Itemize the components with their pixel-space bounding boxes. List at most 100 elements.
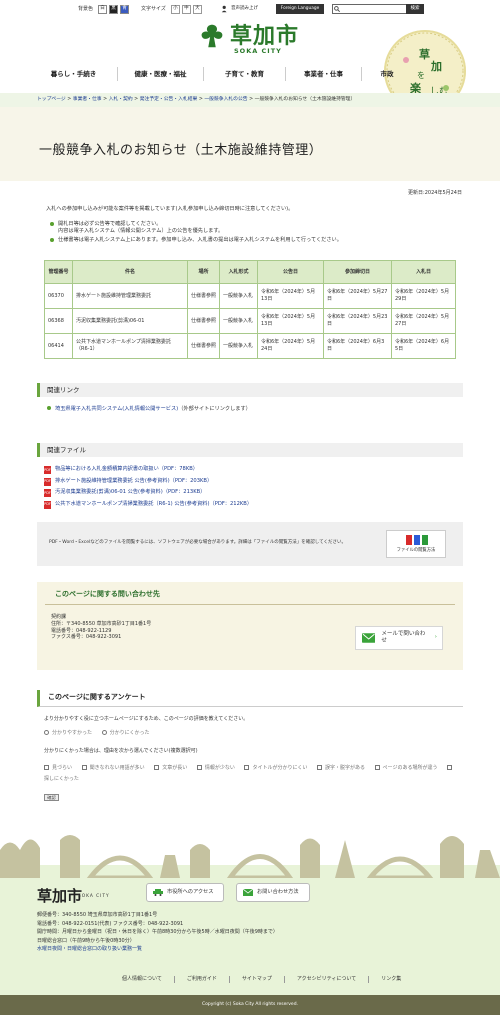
nav-item-childcare[interactable]: 子育て・教育 — [204, 67, 286, 81]
table-cell: 06368 — [44, 308, 73, 334]
radio-option[interactable]: 分かりやすかった — [44, 730, 92, 736]
checkbox-icon — [374, 765, 380, 770]
related-link[interactable]: 埼玉県電子入札共同システム(入札情報公開サービス) — [55, 406, 178, 412]
footer-link-guide[interactable]: ご利用ガイド — [175, 976, 230, 983]
breadcrumb-business[interactable]: 事業者・仕事 — [73, 97, 102, 102]
table-cell: 仕様書参照 — [187, 333, 220, 359]
table-cell: 排水ゲート施設維持管理業務委託 — [72, 283, 188, 309]
pdf-icon: PDF — [44, 466, 51, 474]
table-cell: 仕様書参照 — [187, 308, 220, 334]
read-aloud-button[interactable]: 音声読み上げ — [221, 4, 258, 14]
breadcrumb-orders[interactable]: 発注予定・公告・入札結果 — [140, 97, 198, 102]
city-emblem-icon — [201, 24, 223, 48]
svg-text:を: を — [417, 71, 425, 80]
checkbox-option[interactable]: ページのある場所が違う — [374, 765, 437, 771]
fontsize-large-button[interactable]: 大 — [192, 4, 202, 14]
site-footer: 草加市 SOKA CITY 市役所へのアクセス お問い合わせ方法 郵便番号：34… — [0, 878, 500, 995]
bgcolor-switcher: 背景色 白 黒 青 文字サイズ 小 中 大 — [78, 4, 202, 14]
fontsize-small-button[interactable]: 小 — [170, 4, 180, 14]
note-text: 仕様書等は電子入札システム上にあります。参加申し込み、入札書の提出は電子入札シス… — [58, 237, 342, 244]
search-button[interactable]: 検索 — [406, 4, 424, 14]
col-header: 入札日 — [391, 260, 456, 284]
footer-link-privacy[interactable]: 個人情報について — [110, 976, 175, 983]
file-link[interactable]: 汚泥収集業務委託(剪溝)06-01 公告(参考資料)（PDF：213KB） — [55, 489, 205, 496]
footer-link-accessibility[interactable]: アクセシビリティについて — [285, 976, 370, 983]
radio-option[interactable]: 分かりにくかった — [101, 730, 150, 736]
footer-phone: 電話番号：048-922-0151(代表) ファクス番号：048-922-309… — [37, 920, 184, 927]
mail-inquiry-button[interactable]: メールで問い合わせ › — [355, 626, 443, 650]
footer-window-link[interactable]: 水曜日夜間・日曜総合窓口の取り扱い業務一覧 — [37, 946, 142, 952]
updated-date: 更新日:2024年5月24日 — [408, 190, 462, 196]
foreign-language-button[interactable]: Foreign Language — [276, 4, 324, 14]
table-cell: 06414 — [44, 333, 73, 359]
intro-text: 入札への参加申し込みが可能な案件等を掲載しています(入札参加申し込み締切日時に注… — [46, 206, 294, 212]
checkbox-option[interactable]: 誤字・脱字がある — [316, 765, 365, 771]
related-files-heading: 関連ファイル — [37, 443, 463, 457]
checkbox-label: 誤字・脱字がある — [324, 765, 365, 771]
checkbox-label: 情報が少ない — [204, 765, 235, 771]
table-cell: 一般競争入札 — [219, 283, 258, 309]
file-viewer-notice: PDF・Word・Excelなどのファイルを閲覧するには、ソフトウェアが必要な場… — [37, 522, 463, 566]
breadcrumb-sep: > — [65, 97, 73, 102]
checkbox-icon — [244, 765, 250, 770]
file-viewer-button[interactable]: ファイルの閲覧方法 — [386, 530, 446, 558]
bgcolor-black-button[interactable]: 黒 — [109, 4, 119, 14]
file-link[interactable]: 排水ゲート施設維持管理業務委託 公告(参考資料)（PDF：203KB） — [55, 478, 212, 485]
file-link[interactable]: 物品等における入札金額積算内訳書の取扱い（PDF：78KB） — [55, 466, 198, 473]
nav-item-health[interactable]: 健康・医療・福祉 — [118, 67, 204, 81]
footer-link-links[interactable]: リンク集 — [369, 976, 413, 983]
speaker-icon — [221, 5, 227, 13]
footer-logo-name: 草加市 — [37, 887, 83, 905]
footer-link-sitemap[interactable]: サイトマップ — [230, 976, 285, 983]
breadcrumb-sep: > — [101, 97, 109, 102]
contact-fax: ファクス番号：048-922-3091 — [51, 634, 122, 641]
table-cell: 一般競争入札 — [219, 308, 258, 334]
file-item: PDF 排水ゲート施設維持管理業務委託 公告(参考資料)（PDF：203KB） — [44, 477, 252, 486]
checkbox-option[interactable]: 情報が少ない — [196, 765, 235, 771]
footer-logo-sub: SOKA CITY — [78, 894, 110, 899]
checkbox-icon — [81, 765, 87, 770]
checkbox-option[interactable]: 文章が長い — [154, 765, 187, 771]
survey-q1-options: 分かりやすかった 分かりにくかった — [44, 730, 158, 737]
breadcrumb-top[interactable]: トップページ — [37, 97, 66, 102]
bgcolor-blue-button[interactable]: 青 — [120, 4, 130, 14]
file-item: PDF 物品等における入札金額積算内訳書の取扱い（PDF：78KB） — [44, 466, 252, 474]
col-header: 件名 — [72, 260, 188, 284]
viewer-button-label: ファイルの閲覧方法 — [396, 548, 436, 553]
table-cell: 令和6年（2024年）5月29日 — [391, 283, 456, 309]
table-cell: 令和6年（2024年）5月13日 — [257, 308, 324, 334]
file-item: PDF 汚泥収集業務委託(剪溝)06-01 公告(参考資料)（PDF：213KB） — [44, 489, 252, 497]
read-aloud-label: 音声読み上げ — [231, 5, 258, 11]
access-button[interactable]: 市役所へのアクセス — [146, 883, 224, 902]
fontsize-medium-button[interactable]: 中 — [181, 4, 191, 14]
col-header: 入札形式 — [219, 260, 258, 284]
mail-icon — [362, 633, 376, 643]
inquiry-button-label: お問い合わせ方法 — [257, 888, 299, 895]
checkbox-option[interactable]: 見づらい — [44, 765, 72, 771]
search-input[interactable] — [341, 5, 406, 13]
checkbox-label: 聞きなれない用語が多い — [89, 765, 145, 771]
radio-label: 分かりにくかった — [109, 730, 150, 736]
site-logo[interactable]: 草加市 SOKA CITY — [198, 22, 299, 55]
table-cell: 汚泥収集業務委託(剪溝)06-01 — [72, 308, 188, 334]
breadcrumb-contract[interactable]: 入札・契約 — [109, 97, 133, 102]
checkbox-option[interactable]: タイトルが分かりにくい — [244, 765, 307, 771]
survey-submit-button[interactable]: 確認 — [44, 794, 59, 801]
table-cell: 06370 — [44, 283, 73, 309]
notes-list: 開札日等は必ず公告等で確認してください。 内容は電子入札システム（情報公開システム… — [50, 221, 342, 246]
checkbox-option[interactable]: 聞きなれない用語が多い — [81, 765, 145, 771]
table-cell: 公共下水道マンホールポンプ清掃業務委託（R6-1） — [72, 333, 188, 359]
note-item: 仕様書等は電子入札システム上にあります。参加申し込み、入札書の提出は電子入札シス… — [50, 237, 342, 244]
city-silhouette-decoration — [0, 835, 500, 878]
checkbox-icon — [154, 765, 160, 770]
bgcolor-white-button[interactable]: 白 — [98, 4, 108, 14]
survey-heading: このページに関するアンケート — [37, 690, 463, 708]
file-link[interactable]: 公共下水道マンホールポンプ清掃業務委託（R6-1) 公告(参考資料)（PDF：2… — [55, 501, 252, 508]
table-cell: 令和6年（2024年）5月23日 — [323, 308, 392, 334]
breadcrumb-notices[interactable]: 一般競争入札の公告 — [204, 97, 247, 102]
nav-item-cityadmin[interactable]: 市政 — [362, 67, 412, 81]
nav-item-business[interactable]: 事業者・仕事 — [286, 67, 362, 81]
inquiry-method-button[interactable]: お問い合わせ方法 — [236, 883, 310, 902]
nav-item-living[interactable]: 暮らし・手続き — [30, 67, 118, 81]
bgcolor-label: 背景色 — [78, 5, 94, 12]
